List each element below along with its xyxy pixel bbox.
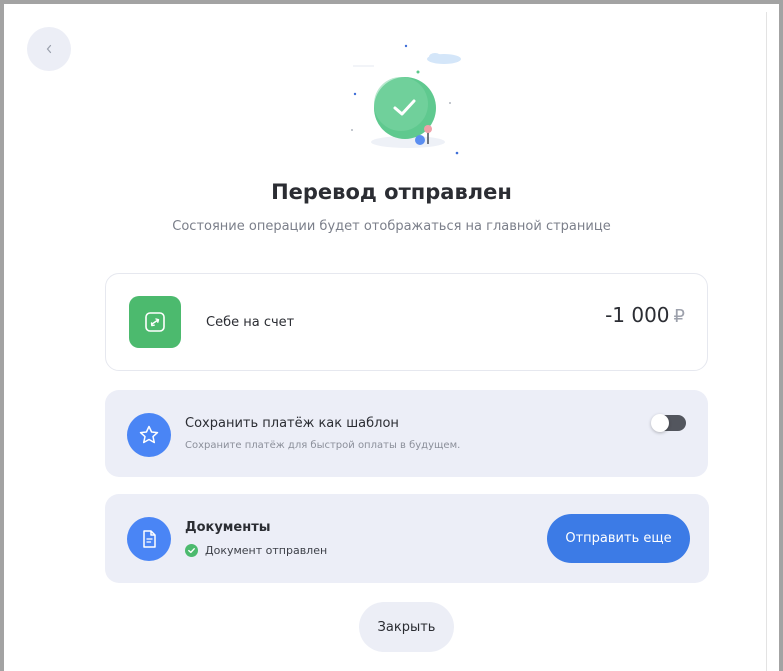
transfer-amount: -1 000 ₽ bbox=[605, 303, 685, 327]
amount-value: -1 000 bbox=[605, 303, 670, 327]
arrows-exchange-icon bbox=[145, 312, 165, 332]
toggle-knob bbox=[651, 414, 669, 432]
star-icon bbox=[139, 425, 159, 444]
page-subtitle: Состояние операции будет отображаться на… bbox=[172, 219, 611, 234]
template-subtitle: Сохраните платёж для быстрой оплаты в бу… bbox=[185, 440, 461, 451]
send-again-button[interactable]: Отправить еще bbox=[547, 514, 690, 563]
documents-title: Документы bbox=[185, 520, 271, 535]
currency-symbol: ₽ bbox=[673, 306, 685, 327]
documents-status-text: Документ отправлен bbox=[205, 544, 328, 557]
transfer-label: Себе на счет bbox=[206, 315, 295, 330]
chevron-left-icon bbox=[46, 44, 52, 54]
transfer-summary-card: Себе на счет -1 000 ₽ bbox=[105, 273, 708, 371]
documents-icon-badge bbox=[127, 517, 171, 561]
documents-status: Документ отправлен bbox=[185, 544, 327, 557]
back-button[interactable] bbox=[27, 27, 71, 71]
document-icon bbox=[143, 530, 156, 548]
documents-card: Документы Документ отправлен Отправить е… bbox=[105, 494, 709, 583]
close-button[interactable]: Закрыть bbox=[359, 602, 454, 652]
check-circle-icon bbox=[185, 544, 198, 557]
template-icon-badge bbox=[127, 413, 171, 457]
template-title: Сохранить платёж как шаблон bbox=[185, 416, 399, 431]
save-template-card: Сохранить платёж как шаблон Сохраните пл… bbox=[105, 390, 708, 477]
frame-divider bbox=[766, 12, 767, 671]
success-check-illustration bbox=[351, 44, 461, 155]
save-template-toggle[interactable] bbox=[651, 414, 686, 432]
page-title: Перевод отправлен bbox=[271, 180, 512, 204]
transfer-icon-tile bbox=[129, 296, 181, 348]
